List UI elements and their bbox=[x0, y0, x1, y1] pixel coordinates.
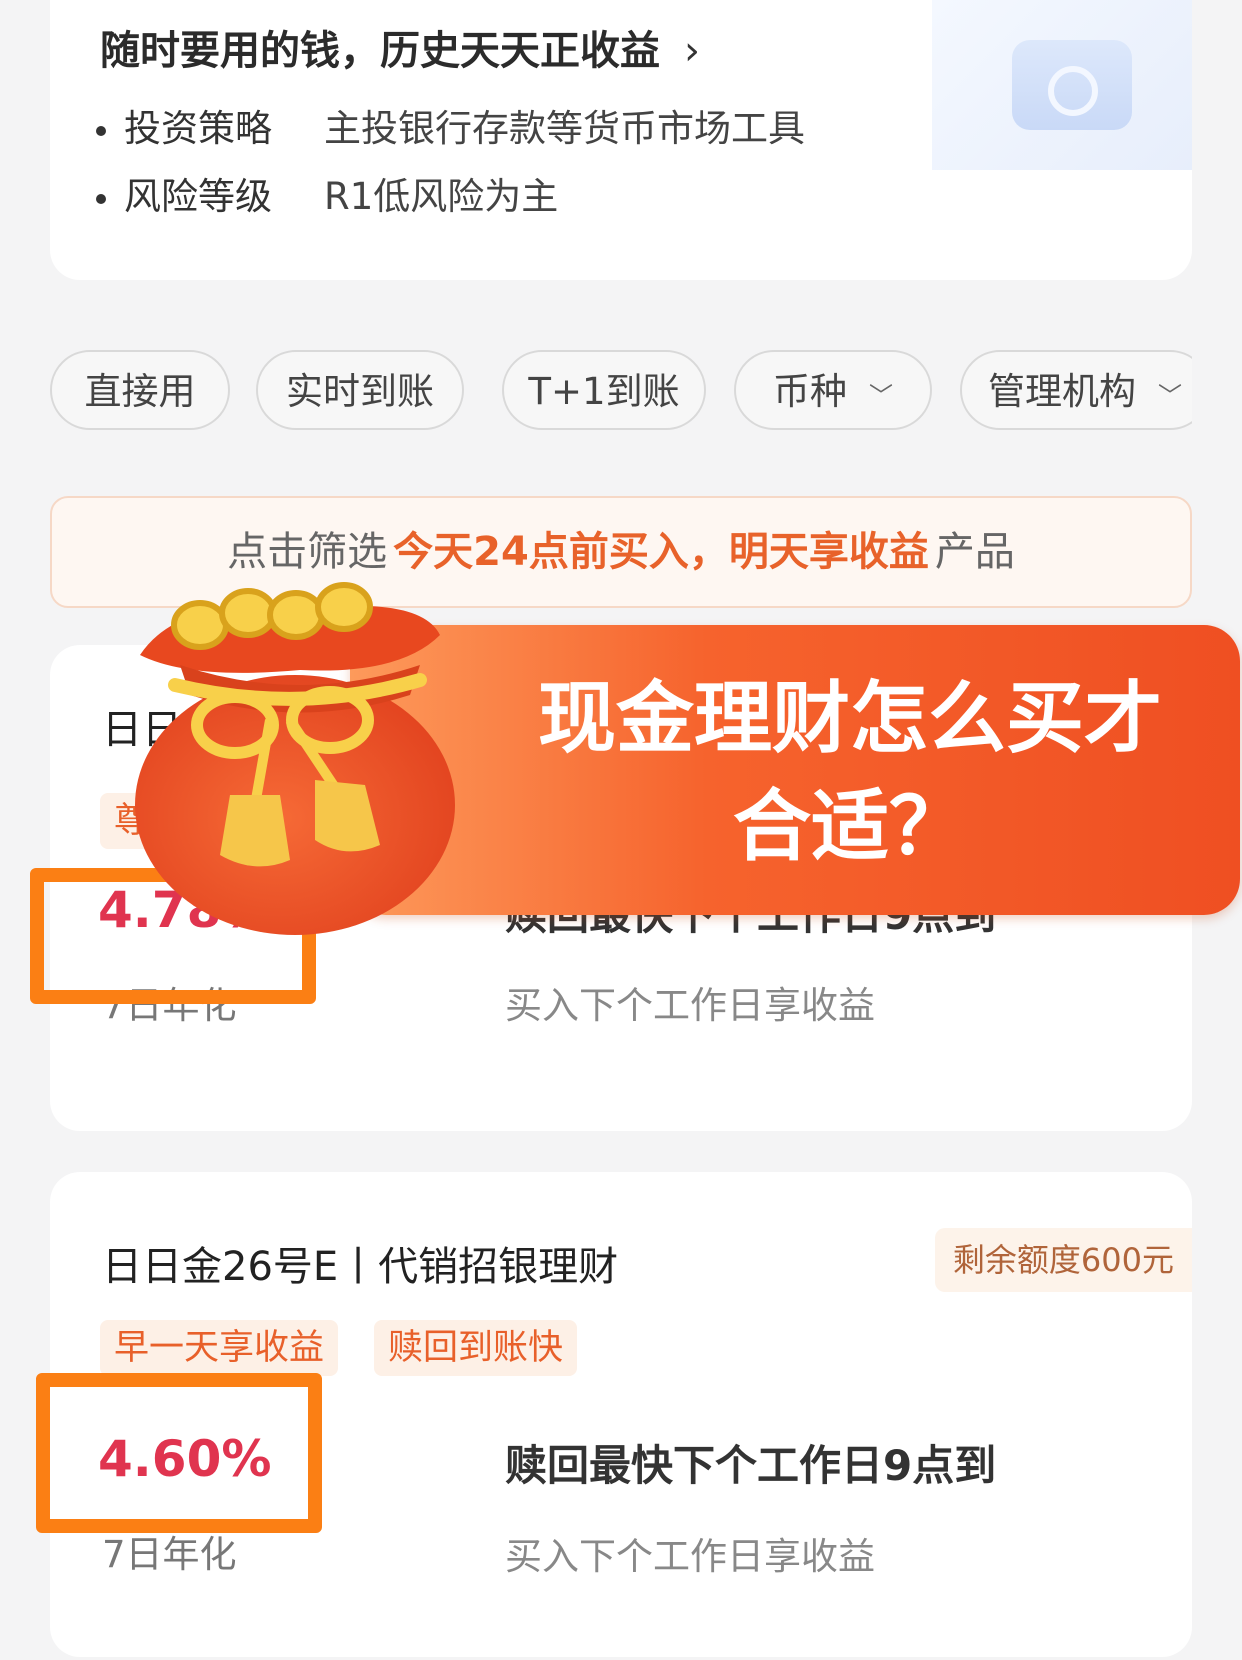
chip-t1[interactable]: T+1到账 bbox=[502, 350, 706, 430]
chip-realtime[interactable]: 实时到账 bbox=[256, 350, 464, 430]
promo-line-2: 合适？ bbox=[732, 782, 967, 872]
intro-risk-row: 风险等级 R1低风险为主 bbox=[96, 166, 558, 220]
promo-overlay-banner: 现金理财怎么买才 合适？ bbox=[350, 625, 1240, 915]
bullet-dot bbox=[96, 193, 106, 204]
banner-suffix: 产品 bbox=[934, 529, 1015, 575]
chip-label: 直接用 bbox=[84, 370, 196, 413]
intro-title-text: 随时要用的钱，历史天天正收益 bbox=[100, 28, 660, 74]
rate-highlight-box bbox=[36, 1373, 322, 1533]
chip-label: T+1到账 bbox=[528, 370, 680, 413]
promo-headline: 现金理财怎么买才 合适？ bbox=[490, 665, 1210, 881]
product-redeem-sub: 买入下个工作日享收益 bbox=[505, 1535, 875, 1578]
strategy-value: 主投银行存款等货币市场工具 bbox=[324, 107, 805, 150]
chevron-down-icon: ﹀ bbox=[1158, 382, 1182, 410]
wallet-illustration bbox=[932, 0, 1192, 170]
money-bag-icon bbox=[135, 582, 455, 935]
refresh-icon bbox=[1048, 66, 1098, 116]
strategy-key: 投资策略 bbox=[124, 107, 272, 150]
intro-title[interactable]: 随时要用的钱，历史天天正收益 › bbox=[100, 18, 700, 76]
risk-value: R1低风险为主 bbox=[324, 175, 559, 218]
chip-direct-use[interactable]: 直接用 bbox=[50, 350, 230, 430]
intro-card[interactable]: 随时要用的钱，历史天天正收益 › 投资策略 主投银行存款等货币市场工具 风险等级 R1… bbox=[50, 0, 1192, 280]
product-redeem: 赎回最快下个工作日9点到 bbox=[505, 1441, 997, 1490]
chevron-right-icon: › bbox=[684, 28, 700, 74]
chip-label: 管理机构 bbox=[988, 370, 1136, 413]
product-tag: 早一天享收益 bbox=[100, 1320, 339, 1376]
intro-strategy-row: 投资策略 主投银行存款等货币市场工具 bbox=[96, 98, 805, 152]
promo-line-1: 现金理财怎么买才 bbox=[537, 674, 1162, 764]
product-redeem-sub: 买入下个工作日享收益 bbox=[505, 984, 875, 1027]
product-tag: 赎回到账快 bbox=[374, 1320, 578, 1376]
chip-label: 实时到账 bbox=[286, 370, 434, 413]
risk-key: 风险等级 bbox=[124, 175, 272, 218]
chip-manager[interactable]: 管理机构 ﹀ bbox=[960, 350, 1192, 430]
filter-chip-bar: 直接用 实时到账 T+1到账 币种 ﹀ 管理机构 ﹀ bbox=[50, 350, 1192, 434]
bullet-dot bbox=[96, 125, 106, 136]
chip-currency[interactable]: 币种 ﹀ bbox=[734, 350, 932, 430]
product-title: 日日金26号E丨代销招银理财 bbox=[102, 1244, 619, 1290]
wallet-icon bbox=[1012, 40, 1132, 130]
quota-badge: 剩余额度600元 bbox=[934, 1228, 1192, 1292]
chip-label: 币种 bbox=[773, 370, 847, 413]
chevron-down-icon: ﹀ bbox=[869, 382, 893, 410]
